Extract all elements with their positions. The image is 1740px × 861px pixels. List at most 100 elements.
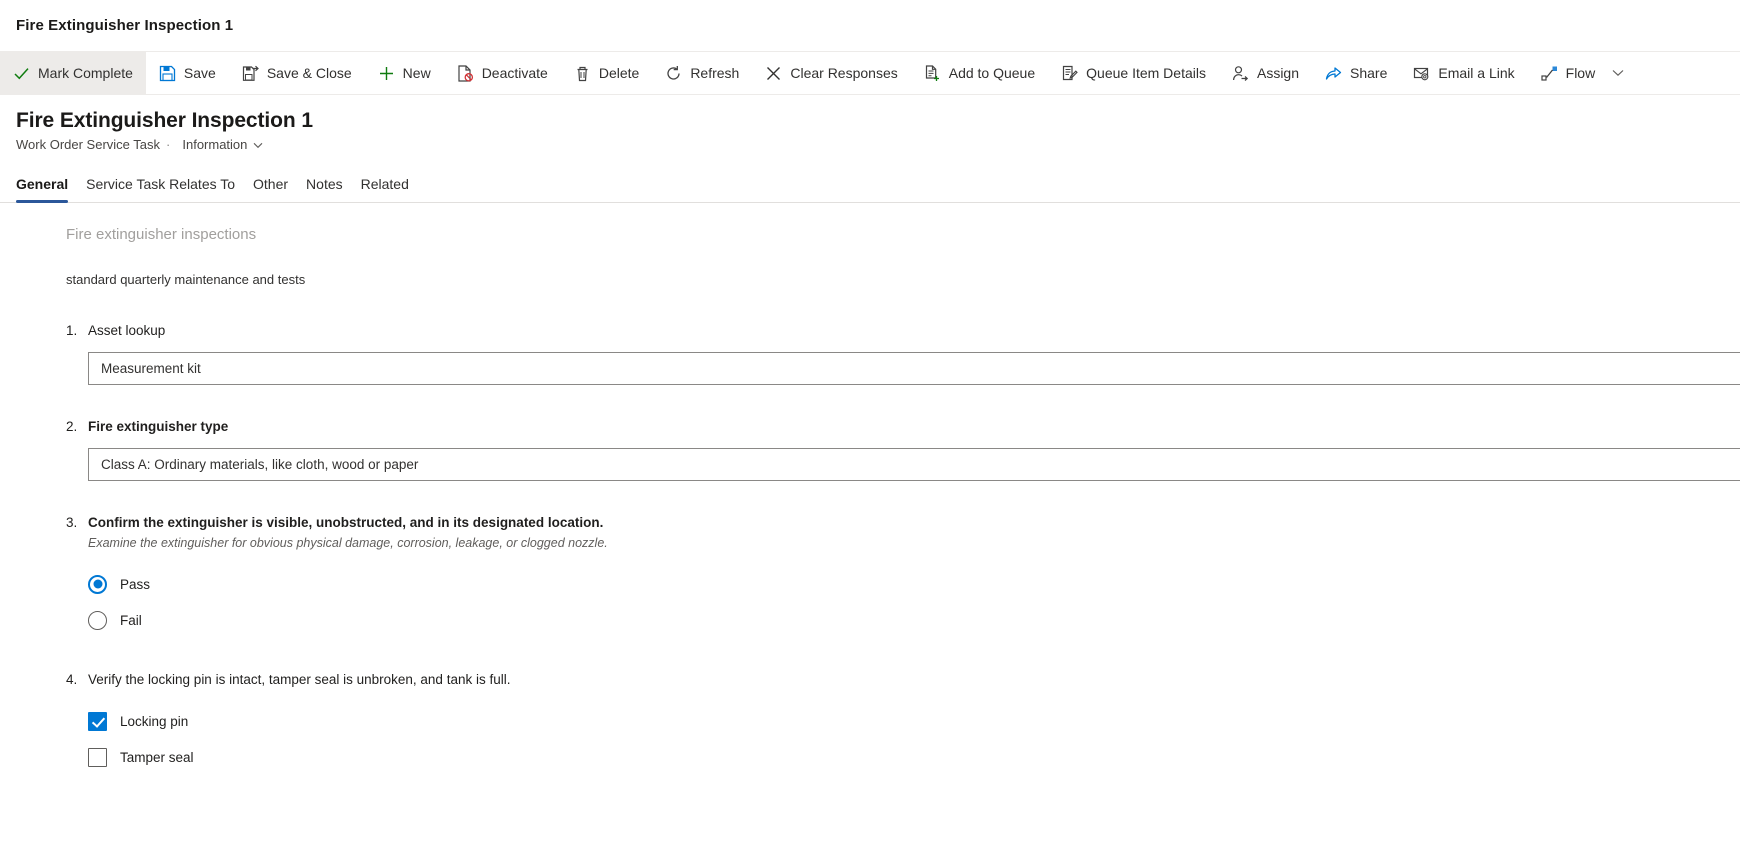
radio-group: Pass Fail — [88, 566, 1740, 638]
radio-option-pass[interactable]: Pass — [88, 566, 1740, 602]
entity-name: Work Order Service Task — [16, 137, 161, 152]
plus-icon — [378, 65, 395, 82]
checkbox-option-tamper-seal[interactable]: Tamper seal — [88, 739, 1740, 775]
record-subtitle: Work Order Service Task · Information — [16, 137, 1724, 152]
command-clear-responses-button[interactable]: Clear Responses — [752, 52, 910, 94]
assign-user-icon — [1232, 65, 1249, 82]
command-label: Save & Close — [266, 65, 352, 81]
command-label: Deactivate — [481, 65, 548, 81]
form-selector-label: Information — [182, 137, 248, 152]
question-label: Asset lookup — [88, 323, 166, 338]
form-tab-strip: General Service Task Relates To Other Notes… — [0, 166, 1740, 203]
command-label: Assign — [1256, 65, 1300, 81]
subtitle-separator: · — [166, 137, 171, 152]
question-4: 4. Verify the locking pin is intact, tamp… — [0, 670, 1740, 775]
command-mark-complete-button[interactable]: Mark Complete — [0, 52, 146, 94]
radio-button-icon[interactable] — [88, 574, 107, 594]
app-title-bar: Fire Extinguisher Inspection 1 — [0, 0, 1740, 51]
question-hint: Examine the extinguisher for obvious phy… — [88, 536, 608, 550]
command-label: Save — [183, 65, 216, 81]
field-value: Class A: Ordinary materials, like cloth,… — [101, 457, 419, 472]
question-number: 1. — [66, 323, 78, 338]
section-title: Fire extinguisher inspections — [66, 226, 257, 243]
close-x-icon — [765, 65, 782, 82]
radio-button-icon[interactable] — [88, 610, 107, 630]
command-label: Add to Queue — [948, 65, 1036, 81]
checkbox-icon[interactable] — [88, 747, 107, 767]
question-header: 1. Asset lookup — [66, 321, 1740, 340]
save-icon — [159, 65, 176, 82]
command-queue-item-details-button[interactable]: Queue Item Details — [1048, 52, 1219, 94]
tab-service-task-relates-to[interactable]: Service Task Relates To — [77, 175, 244, 202]
refresh-icon — [665, 65, 682, 82]
question-1: 1. Asset lookup Measurement kit — [0, 321, 1740, 385]
command-label: Share — [1350, 65, 1388, 81]
option-label: Pass — [120, 576, 151, 592]
question-label: Confirm the extinguisher is visible, uno… — [88, 515, 604, 530]
question-header: 4. Verify the locking pin is intact, tamp… — [66, 670, 1740, 689]
question-label: Fire extinguisher type — [88, 419, 229, 434]
command-email-a-link-button[interactable]: Email a Link — [1400, 52, 1527, 94]
tab-general[interactable]: General — [16, 175, 77, 203]
form-selector[interactable]: Information — [182, 137, 263, 152]
checkbox-option-locking-pin[interactable]: Locking pin — [88, 703, 1740, 739]
question-2: 2. Fire extinguisher type Class A: Ordinar… — [0, 417, 1740, 481]
checkbox-group: Locking pin Tamper seal — [88, 703, 1740, 775]
section-description: standard quarterly maintenance and tests — [66, 272, 306, 287]
command-label: Mark Complete — [38, 65, 133, 81]
share-icon — [1325, 65, 1342, 82]
checkbox-icon[interactable] — [88, 711, 107, 731]
deactivate-icon — [457, 64, 474, 82]
question-number: 4. — [66, 672, 78, 687]
option-label: Tamper seal — [120, 749, 194, 765]
checkmark-icon — [13, 65, 30, 82]
trash-icon — [574, 65, 591, 82]
question-3: 3. Confirm the extinguisher is visible, u… — [0, 513, 1740, 638]
tab-notes[interactable]: Notes — [297, 175, 352, 202]
save-close-icon — [242, 65, 259, 82]
page-title: Fire Extinguisher Inspection 1 — [16, 109, 313, 132]
chevron-down-icon — [253, 137, 263, 152]
question-number: 2. — [66, 419, 78, 434]
command-deactivate-button[interactable]: Deactivate — [444, 52, 561, 94]
command-add-to-queue-button[interactable]: Add to Queue — [911, 52, 1048, 94]
command-flow-button[interactable]: Flow — [1528, 52, 1609, 94]
question-header: 2. Fire extinguisher type — [66, 417, 1740, 436]
question-header: 3. Confirm the extinguisher is visible, u… — [66, 513, 1740, 532]
command-bar: Mark Complete Save Save & Close New Deactiva… — [0, 51, 1740, 95]
command-label: Clear Responses — [790, 65, 898, 81]
command-new-button[interactable]: New — [365, 52, 444, 94]
command-label: New — [402, 65, 431, 81]
option-label: Locking pin — [120, 713, 189, 729]
command-save-close-button[interactable]: Save & Close — [229, 52, 365, 94]
option-label: Fail — [120, 612, 142, 628]
command-label: Email a Link — [1438, 65, 1515, 81]
command-label: Delete — [598, 65, 640, 81]
command-save-button[interactable]: Save — [146, 52, 229, 94]
record-header: Fire Extinguisher Inspection 1 Work Orde… — [0, 95, 1740, 152]
queue-details-icon — [1061, 65, 1078, 82]
email-link-icon — [1413, 65, 1430, 82]
tab-other[interactable]: Other — [244, 175, 297, 202]
flow-icon — [1541, 65, 1558, 82]
radio-option-fail[interactable]: Fail — [88, 602, 1740, 638]
command-label: Queue Item Details — [1086, 65, 1206, 81]
question-text-input[interactable]: Class A: Ordinary materials, like cloth,… — [88, 448, 1740, 481]
question-list: 1. Asset lookup Measurement kit 2. Fire exti… — [0, 321, 1740, 775]
command-delete-button[interactable]: Delete — [561, 52, 652, 94]
window-title: Fire Extinguisher Inspection 1 — [16, 17, 234, 34]
command-label: Flow — [1565, 65, 1596, 81]
command-bar-overflow-button[interactable] — [1608, 52, 1636, 94]
command-refresh-button[interactable]: Refresh — [652, 52, 752, 94]
question-number: 3. — [66, 515, 78, 530]
add-to-queue-icon — [924, 64, 941, 82]
question-label: Verify the locking pin is intact, tamper… — [88, 672, 511, 687]
command-label: Refresh — [690, 65, 740, 81]
tab-related[interactable]: Related — [352, 175, 418, 202]
field-value: Measurement kit — [101, 361, 201, 376]
form-body: Fire extinguisher inspections standard q… — [0, 203, 1740, 861]
chevron-down-icon — [1612, 64, 1624, 82]
command-share-button[interactable]: Share — [1312, 52, 1400, 94]
asset-lookup-input[interactable]: Measurement kit — [88, 352, 1740, 385]
command-assign-button[interactable]: Assign — [1219, 52, 1312, 94]
